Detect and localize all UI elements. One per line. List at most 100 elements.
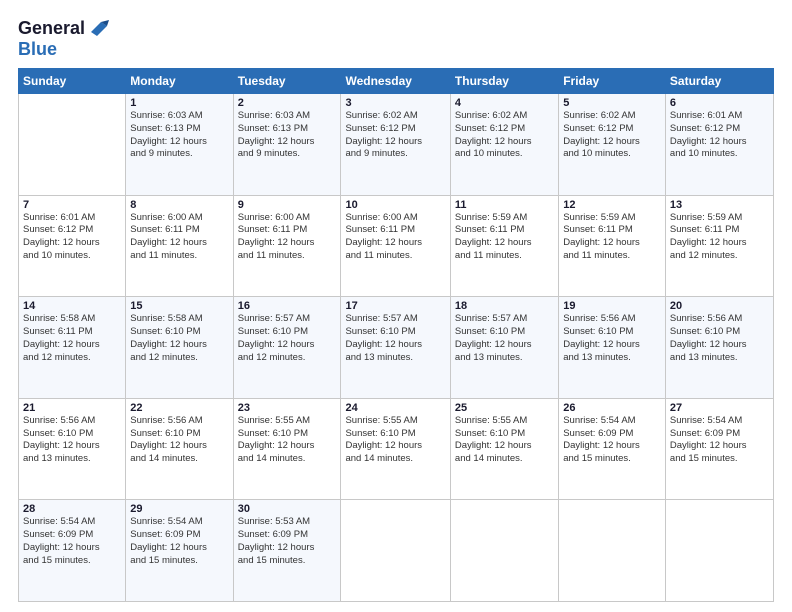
calendar-cell: 18Sunrise: 5:57 AM Sunset: 6:10 PM Dayli… [450, 297, 558, 399]
calendar-cell: 16Sunrise: 5:57 AM Sunset: 6:10 PM Dayli… [233, 297, 341, 399]
day-number: 18 [455, 300, 554, 312]
calendar-cell: 28Sunrise: 5:54 AM Sunset: 6:09 PM Dayli… [19, 500, 126, 602]
day-info: Sunrise: 5:58 AM Sunset: 6:10 PM Dayligh… [130, 313, 228, 364]
header-thursday: Thursday [450, 69, 558, 94]
day-number: 27 [670, 402, 769, 414]
day-number: 13 [670, 199, 769, 211]
day-info: Sunrise: 5:56 AM Sunset: 6:10 PM Dayligh… [23, 415, 121, 466]
day-number: 6 [670, 97, 769, 109]
day-info: Sunrise: 5:53 AM Sunset: 6:09 PM Dayligh… [238, 516, 337, 567]
calendar-cell: 7Sunrise: 6:01 AM Sunset: 6:12 PM Daylig… [19, 195, 126, 297]
day-info: Sunrise: 6:01 AM Sunset: 6:12 PM Dayligh… [23, 212, 121, 263]
logo-bird-icon [87, 18, 109, 40]
day-number: 24 [345, 402, 445, 414]
day-number: 5 [563, 97, 661, 109]
calendar-week-row: 7Sunrise: 6:01 AM Sunset: 6:12 PM Daylig… [19, 195, 774, 297]
day-info: Sunrise: 5:57 AM Sunset: 6:10 PM Dayligh… [345, 313, 445, 364]
day-info: Sunrise: 5:55 AM Sunset: 6:10 PM Dayligh… [238, 415, 337, 466]
calendar-cell: 12Sunrise: 5:59 AM Sunset: 6:11 PM Dayli… [559, 195, 666, 297]
day-number: 23 [238, 402, 337, 414]
day-info: Sunrise: 5:54 AM Sunset: 6:09 PM Dayligh… [23, 516, 121, 567]
calendar-cell [665, 500, 773, 602]
day-info: Sunrise: 5:57 AM Sunset: 6:10 PM Dayligh… [455, 313, 554, 364]
header-monday: Monday [126, 69, 233, 94]
header-tuesday: Tuesday [233, 69, 341, 94]
day-info: Sunrise: 5:56 AM Sunset: 6:10 PM Dayligh… [130, 415, 228, 466]
day-number: 2 [238, 97, 337, 109]
calendar-cell: 2Sunrise: 6:03 AM Sunset: 6:13 PM Daylig… [233, 94, 341, 196]
day-number: 21 [23, 402, 121, 414]
calendar-cell: 8Sunrise: 6:00 AM Sunset: 6:11 PM Daylig… [126, 195, 233, 297]
day-number: 12 [563, 199, 661, 211]
calendar-cell: 13Sunrise: 5:59 AM Sunset: 6:11 PM Dayli… [665, 195, 773, 297]
day-info: Sunrise: 5:56 AM Sunset: 6:10 PM Dayligh… [670, 313, 769, 364]
day-info: Sunrise: 5:59 AM Sunset: 6:11 PM Dayligh… [563, 212, 661, 263]
calendar-week-row: 28Sunrise: 5:54 AM Sunset: 6:09 PM Dayli… [19, 500, 774, 602]
day-number: 1 [130, 97, 228, 109]
day-info: Sunrise: 6:03 AM Sunset: 6:13 PM Dayligh… [238, 110, 337, 161]
calendar-cell: 29Sunrise: 5:54 AM Sunset: 6:09 PM Dayli… [126, 500, 233, 602]
calendar-cell: 15Sunrise: 5:58 AM Sunset: 6:10 PM Dayli… [126, 297, 233, 399]
calendar-cell: 3Sunrise: 6:02 AM Sunset: 6:12 PM Daylig… [341, 94, 450, 196]
day-info: Sunrise: 5:54 AM Sunset: 6:09 PM Dayligh… [563, 415, 661, 466]
logo: General Blue [18, 18, 109, 60]
calendar-cell [19, 94, 126, 196]
header: General Blue [18, 18, 774, 60]
day-number: 25 [455, 402, 554, 414]
calendar-cell: 14Sunrise: 5:58 AM Sunset: 6:11 PM Dayli… [19, 297, 126, 399]
calendar-cell: 19Sunrise: 5:56 AM Sunset: 6:10 PM Dayli… [559, 297, 666, 399]
day-number: 22 [130, 402, 228, 414]
day-info: Sunrise: 5:56 AM Sunset: 6:10 PM Dayligh… [563, 313, 661, 364]
day-info: Sunrise: 5:57 AM Sunset: 6:10 PM Dayligh… [238, 313, 337, 364]
weekday-header-row: Sunday Monday Tuesday Wednesday Thursday… [19, 69, 774, 94]
day-number: 3 [345, 97, 445, 109]
day-info: Sunrise: 6:02 AM Sunset: 6:12 PM Dayligh… [345, 110, 445, 161]
calendar-cell: 17Sunrise: 5:57 AM Sunset: 6:10 PM Dayli… [341, 297, 450, 399]
calendar-cell: 22Sunrise: 5:56 AM Sunset: 6:10 PM Dayli… [126, 398, 233, 500]
day-number: 8 [130, 199, 228, 211]
day-number: 14 [23, 300, 121, 312]
day-info: Sunrise: 5:55 AM Sunset: 6:10 PM Dayligh… [345, 415, 445, 466]
day-info: Sunrise: 5:54 AM Sunset: 6:09 PM Dayligh… [130, 516, 228, 567]
calendar-week-row: 21Sunrise: 5:56 AM Sunset: 6:10 PM Dayli… [19, 398, 774, 500]
calendar-cell: 25Sunrise: 5:55 AM Sunset: 6:10 PM Dayli… [450, 398, 558, 500]
calendar-cell: 27Sunrise: 5:54 AM Sunset: 6:09 PM Dayli… [665, 398, 773, 500]
day-info: Sunrise: 5:59 AM Sunset: 6:11 PM Dayligh… [670, 212, 769, 263]
calendar-cell: 9Sunrise: 6:00 AM Sunset: 6:11 PM Daylig… [233, 195, 341, 297]
calendar-cell: 21Sunrise: 5:56 AM Sunset: 6:10 PM Dayli… [19, 398, 126, 500]
day-number: 11 [455, 199, 554, 211]
header-friday: Friday [559, 69, 666, 94]
day-info: Sunrise: 6:00 AM Sunset: 6:11 PM Dayligh… [238, 212, 337, 263]
day-number: 26 [563, 402, 661, 414]
calendar-cell: 11Sunrise: 5:59 AM Sunset: 6:11 PM Dayli… [450, 195, 558, 297]
day-number: 28 [23, 503, 121, 515]
day-number: 29 [130, 503, 228, 515]
calendar-cell: 26Sunrise: 5:54 AM Sunset: 6:09 PM Dayli… [559, 398, 666, 500]
day-number: 19 [563, 300, 661, 312]
calendar-cell: 6Sunrise: 6:01 AM Sunset: 6:12 PM Daylig… [665, 94, 773, 196]
calendar-cell [341, 500, 450, 602]
page: General Blue Sunday Monday Tuesday Wedne… [0, 0, 792, 612]
header-wednesday: Wednesday [341, 69, 450, 94]
calendar-cell: 30Sunrise: 5:53 AM Sunset: 6:09 PM Dayli… [233, 500, 341, 602]
calendar-week-row: 14Sunrise: 5:58 AM Sunset: 6:11 PM Dayli… [19, 297, 774, 399]
day-number: 9 [238, 199, 337, 211]
day-info: Sunrise: 5:54 AM Sunset: 6:09 PM Dayligh… [670, 415, 769, 466]
day-number: 30 [238, 503, 337, 515]
day-info: Sunrise: 5:59 AM Sunset: 6:11 PM Dayligh… [455, 212, 554, 263]
calendar-cell [450, 500, 558, 602]
calendar-cell: 10Sunrise: 6:00 AM Sunset: 6:11 PM Dayli… [341, 195, 450, 297]
logo-text: General [18, 19, 85, 39]
calendar-cell: 20Sunrise: 5:56 AM Sunset: 6:10 PM Dayli… [665, 297, 773, 399]
header-sunday: Sunday [19, 69, 126, 94]
calendar-cell: 5Sunrise: 6:02 AM Sunset: 6:12 PM Daylig… [559, 94, 666, 196]
day-number: 15 [130, 300, 228, 312]
day-info: Sunrise: 6:02 AM Sunset: 6:12 PM Dayligh… [455, 110, 554, 161]
logo-blue-text: Blue [18, 39, 57, 59]
header-saturday: Saturday [665, 69, 773, 94]
day-info: Sunrise: 6:02 AM Sunset: 6:12 PM Dayligh… [563, 110, 661, 161]
day-info: Sunrise: 6:00 AM Sunset: 6:11 PM Dayligh… [130, 212, 228, 263]
calendar-cell: 24Sunrise: 5:55 AM Sunset: 6:10 PM Dayli… [341, 398, 450, 500]
day-number: 10 [345, 199, 445, 211]
day-info: Sunrise: 6:03 AM Sunset: 6:13 PM Dayligh… [130, 110, 228, 161]
